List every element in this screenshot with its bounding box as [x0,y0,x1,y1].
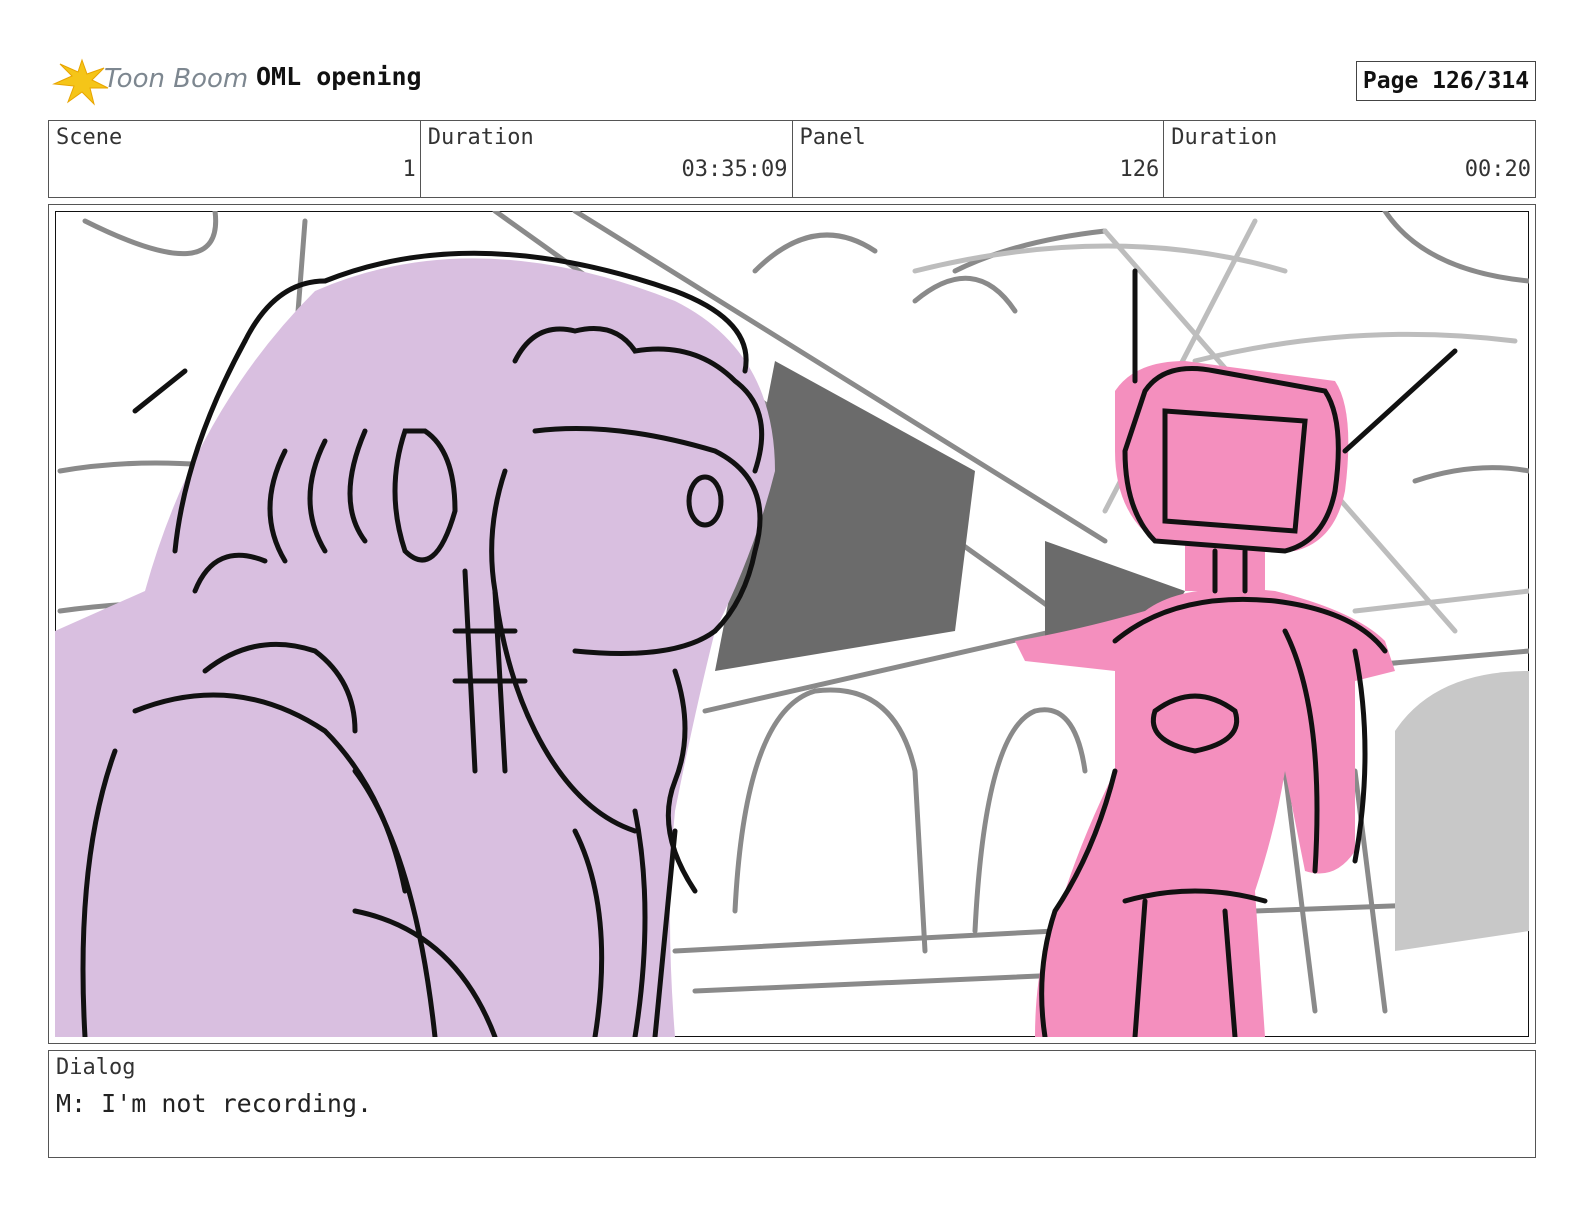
sunburst-icon [52,58,109,106]
page-number: Page 126/314 [1362,68,1530,94]
panel-duration-value: 00:20 [1464,157,1531,182]
panel-duration-cell: Duration 00:20 [1164,121,1535,197]
panel-label: Panel [799,125,866,150]
panel-sketch-image [55,211,1529,1037]
storyboard-title: OML opening [256,62,422,91]
scene-duration-cell: Duration 03:35:09 [421,121,793,197]
storyboard-panel [48,204,1536,1044]
duration-label: Duration [427,125,534,150]
panel-duration-label: Duration [1171,125,1278,150]
scene-value: 1 [402,157,416,182]
page-indicator: Page 126/314 [1356,61,1536,101]
dialog-box: Dialog M: I'm not recording. [48,1050,1536,1158]
panel-value: 126 [1119,157,1160,182]
scene-cell: Scene 1 [49,121,421,197]
dialog-text: M: I'm not recording. [56,1089,373,1118]
duration-value: 03:35:09 [681,157,788,182]
logo-text: Toon Boom [104,64,249,94]
scene-label: Scene [56,125,123,150]
dialog-label: Dialog [56,1055,136,1080]
panel-info-row: Scene 1 Duration 03:35:09 Panel 126 Dura… [48,120,1536,198]
panel-cell: Panel 126 [793,121,1165,197]
